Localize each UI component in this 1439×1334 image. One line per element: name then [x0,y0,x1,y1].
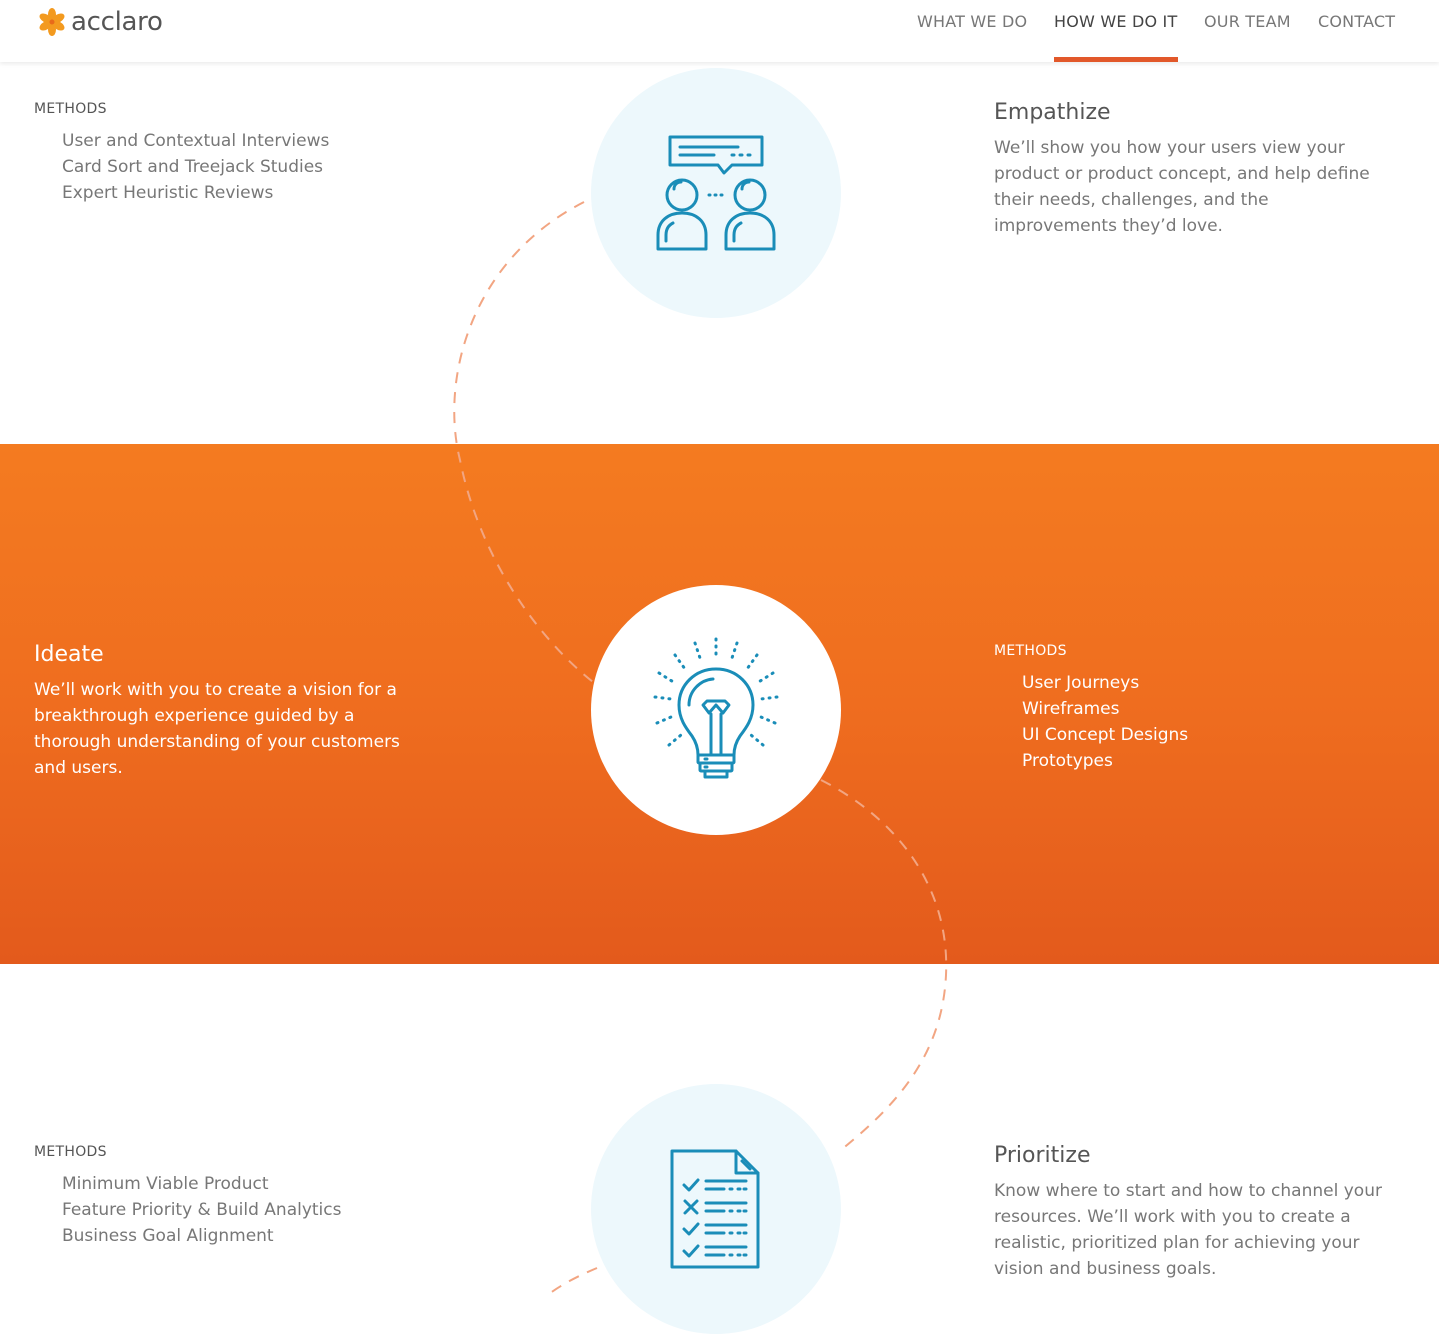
method-item: Prototypes [1022,751,1113,771]
method-item: Minimum Viable Product [62,1174,269,1194]
logo-wordmark: acclaro [71,7,163,37]
ideate-methods: METHODS User Journeys Wireframes UI Conc… [994,642,1188,774]
flower-logo-icon [39,8,65,36]
checklist-icon [670,1149,760,1269]
method-item: UI Concept Designs [1022,725,1189,745]
nav-our-team[interactable]: OUR TEAM [1204,12,1291,31]
lightbulb-icon [653,637,779,779]
method-item: Expert Heuristic Reviews [62,183,274,203]
methods-label: METHODS [34,1144,107,1160]
method-item: Feature Priority & Build Analytics [62,1200,342,1220]
step-title: Prioritize [994,1143,1091,1168]
methods-list: User and Contextual Interviews Card Sort… [34,128,329,206]
empathize-icon-circle [591,68,841,318]
prioritize-text: Prioritize Know where to start and how t… [994,1142,1404,1282]
step-description: We’ll work with you to create a vision f… [34,680,400,778]
active-nav-indicator [1054,57,1178,62]
method-item: User and Contextual Interviews [62,131,330,151]
method-item: User Journeys [1022,673,1140,693]
step-description: Know where to start and how to channel y… [994,1181,1382,1279]
method-item: Wireframes [1022,699,1120,719]
nav-how-we-do-it[interactable]: HOW WE DO IT [1054,12,1177,31]
prioritize-methods: METHODS Minimum Viable Product Feature P… [34,1143,342,1249]
methods-label: METHODS [994,643,1067,659]
empathize-methods: METHODS User and Contextual Interviews C… [34,100,329,206]
methods-label: METHODS [34,101,107,117]
empathize-text: Empathize We’ll show you how your users … [994,99,1394,239]
conversation-icon [656,135,776,251]
step-title: Ideate [34,642,104,667]
nav-what-we-do[interactable]: WHAT WE DO [917,12,1027,31]
method-item: Business Goal Alignment [62,1226,274,1246]
site-header: acclaro WHAT WE DO HOW WE DO IT OUR TEAM… [0,0,1439,62]
ideate-icon-circle [591,585,841,835]
logo[interactable]: acclaro [37,6,163,38]
ideate-text: Ideate We’ll work with you to create a v… [34,641,434,781]
step-title: Empathize [994,100,1111,125]
nav-contact[interactable]: CONTACT [1318,12,1395,31]
step-description: We’ll show you how your users view your … [994,138,1370,236]
method-item: Card Sort and Treejack Studies [62,157,324,177]
methods-list: User Journeys Wireframes UI Concept Desi… [994,670,1188,774]
methods-list: Minimum Viable Product Feature Priority … [34,1171,342,1249]
